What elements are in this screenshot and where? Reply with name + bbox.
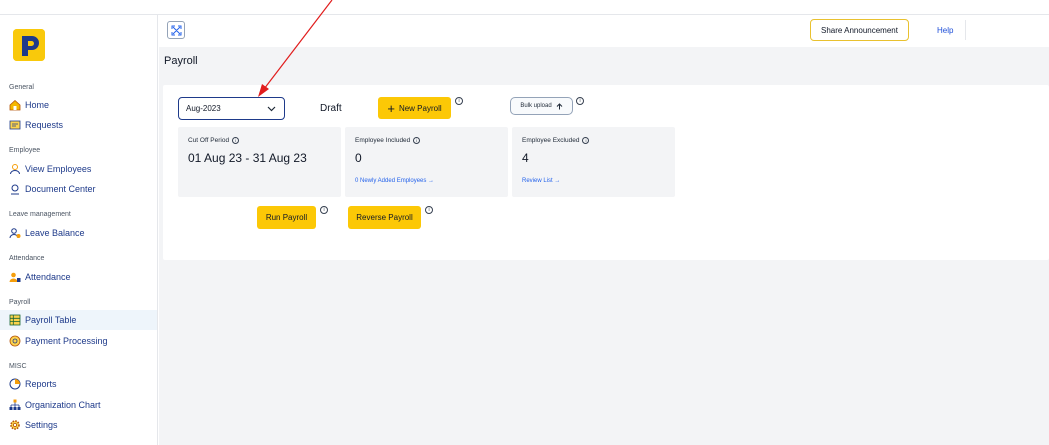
main-content: Payroll Aug-2023 Draft + New Payroll i B… bbox=[159, 47, 1049, 445]
employee-excluded-card: Employee Excluded i 4 Review List → bbox=[512, 127, 675, 197]
card-label-text: Employee Excluded bbox=[522, 137, 580, 144]
sidebar-item-label: Organization Chart bbox=[25, 400, 101, 410]
card-label: Cut Off Period i bbox=[188, 137, 240, 144]
section-label-leave-management: Leave management bbox=[9, 211, 71, 218]
company-logo[interactable] bbox=[13, 29, 45, 61]
payroll-status: Draft bbox=[320, 103, 342, 114]
reports-icon bbox=[9, 378, 21, 390]
info-icon[interactable]: i bbox=[320, 206, 328, 214]
topbar-divider bbox=[965, 20, 966, 40]
home-icon bbox=[9, 99, 21, 111]
sidebar-item-reports[interactable]: Reports bbox=[0, 374, 157, 394]
sidebar: General Home Requests Employee View Empl… bbox=[0, 15, 158, 445]
sidebar-item-label: Leave Balance bbox=[25, 228, 85, 238]
card-label: Employee Excluded i bbox=[522, 137, 590, 144]
sidebar-item-organization-chart[interactable]: Organization Chart bbox=[0, 395, 157, 415]
help-link[interactable]: Help bbox=[937, 26, 953, 35]
info-icon[interactable]: i bbox=[232, 137, 240, 144]
info-icon[interactable]: i bbox=[576, 97, 584, 105]
reverse-payroll-button[interactable]: Reverse Payroll bbox=[348, 206, 421, 229]
section-label-general: General bbox=[9, 84, 34, 91]
section-label-payroll: Payroll bbox=[9, 299, 31, 306]
plus-icon: + bbox=[387, 100, 395, 116]
run-payroll-button[interactable]: Run Payroll bbox=[257, 206, 316, 229]
sidebar-item-label: Payroll Table bbox=[25, 315, 77, 325]
info-icon[interactable]: i bbox=[455, 97, 463, 105]
requests-icon bbox=[9, 119, 21, 131]
new-payroll-button[interactable]: + New Payroll bbox=[378, 97, 451, 119]
sidebar-item-label: Home bbox=[25, 100, 50, 110]
sidebar-item-payroll-table[interactable]: Payroll Table bbox=[0, 310, 157, 330]
users-icon bbox=[9, 163, 21, 175]
employee-included-card: Employee Included i 0 0 Newly Added Empl… bbox=[345, 127, 508, 197]
sidebar-item-label: Requests bbox=[25, 120, 64, 130]
share-announcement-button[interactable]: Share Announcement bbox=[810, 19, 909, 41]
section-label-attendance: Attendance bbox=[9, 255, 45, 262]
card-label-text: Cut Off Period bbox=[188, 137, 230, 144]
bulk-upload-button[interactable]: Bulk upload bbox=[510, 97, 573, 115]
sidebar-item-label: Document Center bbox=[25, 184, 96, 194]
info-icon[interactable]: i bbox=[425, 206, 433, 214]
document-icon bbox=[9, 183, 21, 195]
payroll-panel: Aug-2023 Draft + New Payroll i Bulk uplo… bbox=[163, 85, 1049, 260]
month-select-value: Aug-2023 bbox=[186, 104, 221, 113]
card-label: Employee Included i bbox=[355, 137, 421, 144]
info-icon[interactable]: i bbox=[582, 137, 590, 144]
newly-added-employees-link[interactable]: 0 Newly Added Employees → bbox=[355, 178, 434, 184]
attendance-icon bbox=[9, 271, 21, 283]
sidebar-item-requests[interactable]: Requests bbox=[0, 115, 157, 135]
month-select[interactable]: Aug-2023 bbox=[178, 97, 285, 120]
card-label-text: Employee Included bbox=[355, 137, 411, 144]
gear-icon bbox=[9, 419, 21, 431]
p-logo-icon bbox=[13, 29, 45, 61]
sidebar-item-document-center[interactable]: Document Center bbox=[0, 179, 157, 199]
sidebar-item-home[interactable]: Home bbox=[0, 95, 157, 115]
sidebar-item-label: Settings bbox=[25, 420, 58, 430]
section-label-employee: Employee bbox=[9, 147, 41, 154]
employee-included-value: 0 bbox=[355, 151, 362, 165]
sidebar-item-leave-balance[interactable]: Leave Balance bbox=[0, 223, 157, 243]
sidebar-item-label: Payment Processing bbox=[25, 336, 108, 346]
page-title: Payroll bbox=[164, 55, 198, 67]
table-icon bbox=[9, 314, 21, 326]
sidebar-item-label: Attendance bbox=[25, 272, 71, 282]
sidebar-item-label: View Employees bbox=[25, 164, 92, 174]
employee-excluded-value: 4 bbox=[522, 151, 529, 165]
org-chart-icon bbox=[9, 399, 21, 411]
leave-icon bbox=[9, 227, 21, 239]
sidebar-item-payment-processing[interactable]: Payment Processing bbox=[0, 331, 157, 351]
cut-off-period-card: Cut Off Period i 01 Aug 23 - 31 Aug 23 bbox=[178, 127, 341, 197]
sidebar-item-view-employees[interactable]: View Employees bbox=[0, 159, 157, 179]
info-icon[interactable]: i bbox=[413, 137, 421, 144]
section-label-misc: MISC bbox=[9, 363, 27, 370]
sidebar-item-settings[interactable]: Settings bbox=[0, 415, 157, 435]
arrow-up-icon bbox=[556, 102, 563, 109]
expand-button[interactable] bbox=[167, 21, 185, 39]
chevron-down-icon bbox=[267, 106, 276, 111]
cut-off-period-value: 01 Aug 23 - 31 Aug 23 bbox=[188, 151, 307, 165]
payment-icon bbox=[9, 335, 21, 347]
sidebar-item-attendance[interactable]: Attendance bbox=[0, 267, 157, 287]
sidebar-item-label: Reports bbox=[25, 379, 57, 389]
expand-icon bbox=[171, 25, 181, 35]
review-list-link[interactable]: Review List → bbox=[522, 178, 560, 184]
top-bar: Share Announcement Help bbox=[159, 15, 1049, 47]
new-payroll-label: New Payroll bbox=[398, 103, 442, 113]
bulk-upload-label: Bulk upload bbox=[520, 103, 552, 109]
